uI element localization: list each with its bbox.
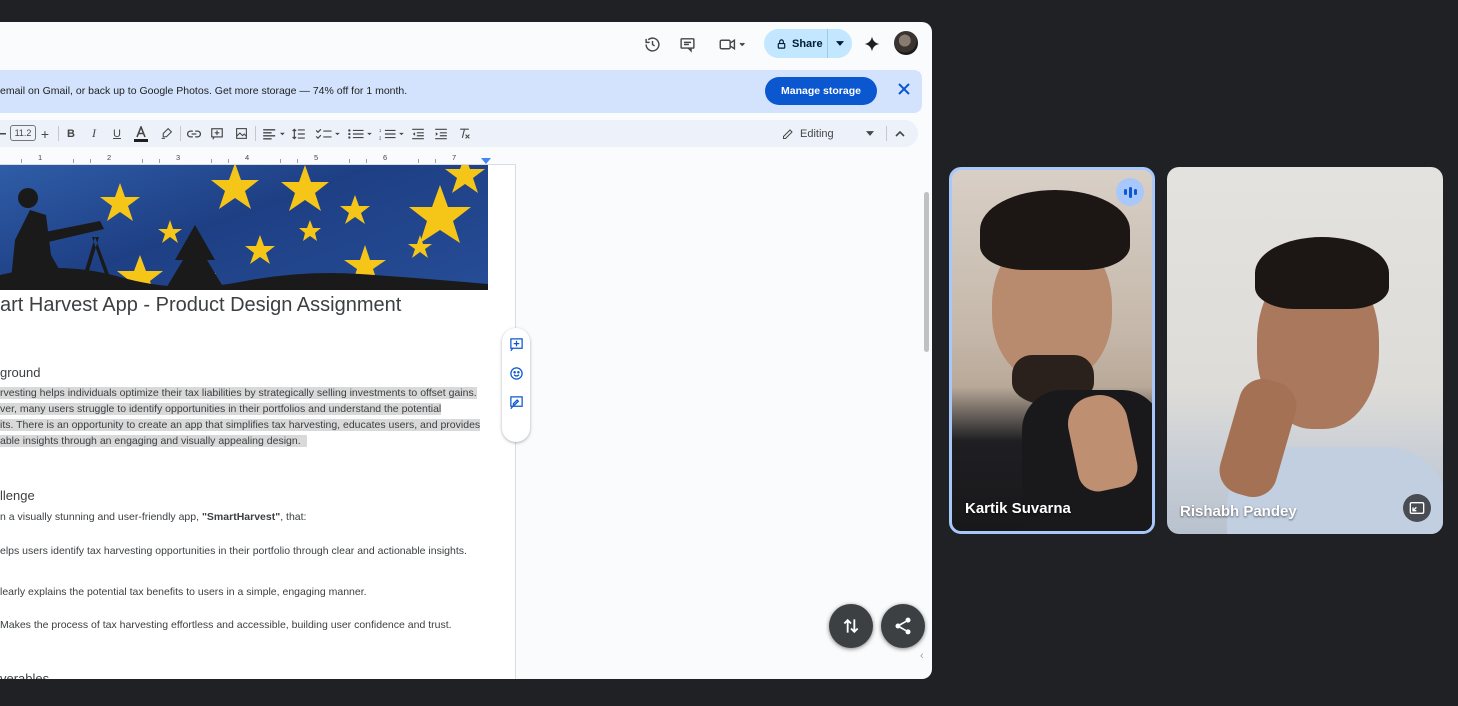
share-label: Share bbox=[792, 37, 823, 50]
close-banner-icon[interactable] bbox=[895, 82, 913, 100]
increase-indent-icon[interactable] bbox=[433, 124, 449, 143]
highlight-color-icon[interactable] bbox=[158, 124, 174, 143]
participant-tile[interactable]: Kartik Suvarna bbox=[949, 167, 1155, 534]
font-size-input[interactable]: 11.2 bbox=[10, 125, 36, 141]
share-screen-button[interactable] bbox=[881, 604, 925, 648]
deliverables-heading: verables bbox=[0, 671, 50, 679]
meet-video-icon[interactable] bbox=[716, 34, 750, 54]
ruler-number: 1 bbox=[38, 153, 43, 162]
clear-formatting-icon[interactable] bbox=[456, 124, 472, 143]
background-line-text: its. There is an opportunity to create a… bbox=[0, 419, 481, 431]
share-icon bbox=[895, 617, 911, 635]
bulleted-list-icon[interactable] bbox=[346, 124, 374, 143]
background-line-text: able insights through an engaging and vi… bbox=[0, 435, 301, 447]
checklist-icon[interactable] bbox=[314, 124, 342, 143]
ruler-number: 3 bbox=[176, 153, 181, 162]
google-docs-window: Share email on Gmail, or back up to Goog… bbox=[0, 22, 932, 679]
lock-icon bbox=[777, 38, 786, 49]
text-color-icon[interactable] bbox=[133, 124, 149, 143]
docs-top-bar: Share bbox=[0, 22, 932, 66]
challenge-intro: n a visually stunning and user-friendly … bbox=[0, 511, 306, 523]
insert-comment-icon[interactable] bbox=[209, 124, 225, 143]
suggest-edits-icon[interactable] bbox=[508, 394, 524, 410]
chevron-down-icon bbox=[865, 131, 874, 136]
background-heading: ground bbox=[0, 365, 41, 380]
challenge-heading: llenge bbox=[0, 488, 35, 503]
pencil-icon bbox=[783, 128, 793, 139]
challenge-intro-suffix: , that: bbox=[280, 511, 307, 523]
ruler-number: 4 bbox=[245, 153, 250, 162]
challenge-bullet: learly explains the potential tax benefi… bbox=[0, 586, 367, 598]
add-comment-icon[interactable] bbox=[508, 336, 524, 352]
share-options-chevron-icon[interactable] bbox=[828, 41, 852, 46]
floating-comment-toolbar bbox=[502, 328, 530, 442]
gemini-sparkle-icon[interactable] bbox=[862, 34, 882, 54]
add-emoji-reaction-icon[interactable] bbox=[508, 365, 524, 381]
participant-name: Rishabh Pandey bbox=[1180, 503, 1297, 520]
editing-mode-dropdown[interactable]: Editing bbox=[782, 124, 874, 143]
share-button[interactable]: Share bbox=[764, 29, 852, 58]
challenge-bullet: Makes the process of tax harvesting effo… bbox=[0, 619, 452, 631]
bold-icon[interactable]: B bbox=[64, 124, 78, 143]
right-indent-marker-icon[interactable] bbox=[481, 158, 491, 164]
account-avatar[interactable] bbox=[894, 31, 918, 55]
background-line-text: ver, many users struggle to identify opp… bbox=[0, 403, 442, 415]
editing-mode-label: Editing bbox=[800, 127, 834, 140]
background-line: its. There is an opportunity to create a… bbox=[0, 419, 481, 431]
decrease-indent-icon[interactable] bbox=[410, 124, 426, 143]
storage-banner: email on Gmail, or back up to Google Pho… bbox=[0, 70, 922, 113]
version-history-icon[interactable] bbox=[642, 34, 662, 54]
svg-text:1: 1 bbox=[379, 128, 382, 133]
background-line: rvesting helps individuals optimize thei… bbox=[0, 387, 477, 399]
insert-image-icon[interactable] bbox=[233, 124, 249, 143]
numbered-list-icon[interactable]: 12 bbox=[378, 124, 406, 143]
swap-layout-button[interactable] bbox=[829, 604, 873, 648]
svg-text:2: 2 bbox=[379, 135, 382, 140]
italic-icon[interactable]: I bbox=[87, 124, 101, 143]
background-line-text: rvesting helps individuals optimize thei… bbox=[0, 387, 477, 399]
line-spacing-icon[interactable] bbox=[291, 124, 307, 143]
document-title: art Harvest App - Product Design Assignm… bbox=[0, 294, 402, 316]
underline-icon[interactable]: U bbox=[110, 124, 124, 143]
speaking-indicator-icon bbox=[1116, 178, 1144, 206]
align-left-icon[interactable] bbox=[261, 124, 287, 143]
ruler-number: 5 bbox=[314, 153, 319, 162]
challenge-intro-prefix: n a visually stunning and user-friendly … bbox=[0, 511, 202, 523]
manage-storage-button[interactable]: Manage storage bbox=[765, 77, 877, 105]
participant-name: Kartik Suvarna bbox=[965, 500, 1071, 517]
background-line: able insights through an engaging and vi… bbox=[0, 435, 307, 447]
comments-icon[interactable] bbox=[677, 34, 697, 54]
ruler-number: 7 bbox=[452, 153, 457, 162]
app-name: "SmartHarvest" bbox=[201, 511, 281, 523]
document-page[interactable]: art Harvest App - Product Design Assignm… bbox=[0, 165, 515, 679]
font-size-increase-icon[interactable]: + bbox=[39, 124, 51, 143]
ruler-number: 2 bbox=[107, 153, 112, 162]
picture-in-picture-icon[interactable] bbox=[1403, 494, 1431, 522]
participant-tile[interactable]: Rishabh Pandey bbox=[1167, 167, 1443, 534]
collapse-chevron-icon[interactable]: ‹ bbox=[920, 650, 924, 662]
storage-banner-text: email on Gmail, or back up to Google Pho… bbox=[0, 85, 408, 97]
formatting-toolbar: 11.2 + B I U 1 2 Editing bbox=[0, 120, 918, 147]
swap-arrows-icon bbox=[843, 618, 859, 634]
challenge-bullet: elps users identify tax harvesting oppor… bbox=[0, 545, 467, 557]
ruler[interactable]: 1 2 3 4 5 6 7 bbox=[0, 153, 516, 165]
background-line: ver, many users struggle to identify opp… bbox=[0, 403, 442, 415]
ruler-number: 6 bbox=[383, 153, 388, 162]
header-banner-image bbox=[0, 165, 488, 290]
hide-menus-chevron-up-icon[interactable] bbox=[893, 124, 907, 143]
vertical-scrollbar[interactable] bbox=[924, 192, 929, 352]
insert-link-icon[interactable] bbox=[186, 124, 202, 143]
font-size-decrease-icon[interactable] bbox=[0, 124, 6, 143]
